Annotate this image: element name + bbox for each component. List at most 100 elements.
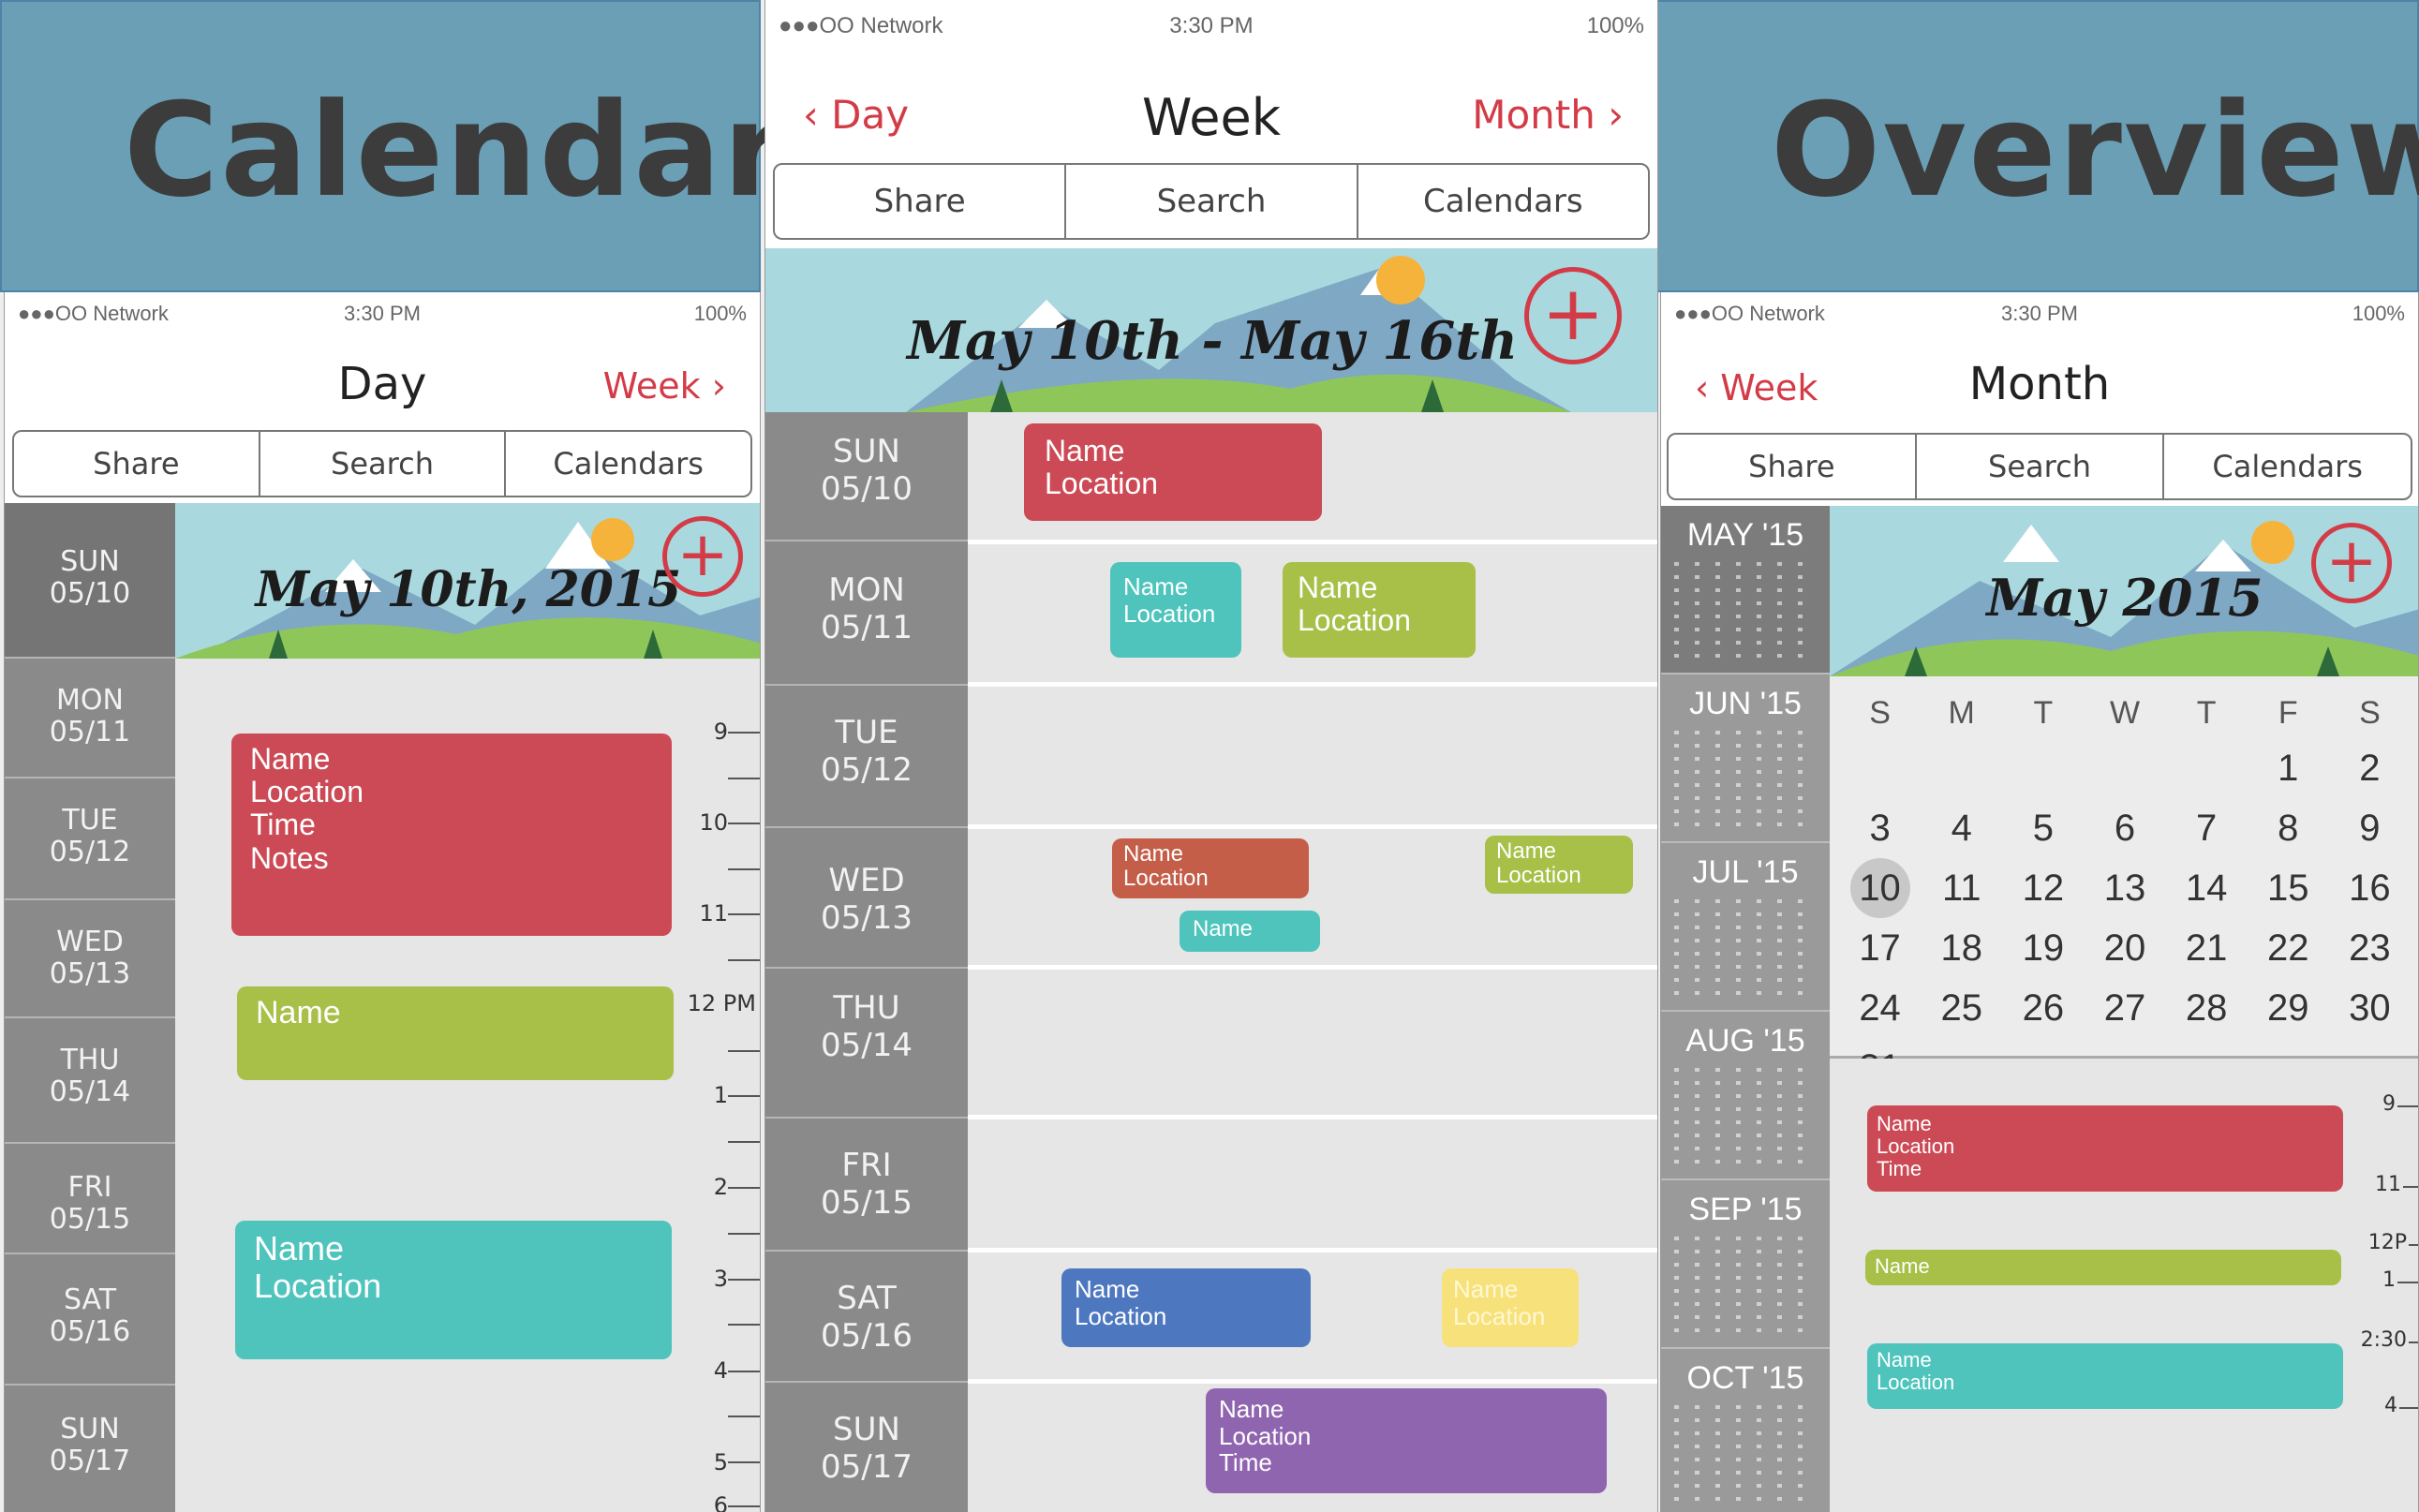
event-block[interactable]: Name Location [235,1221,672,1359]
hour-tick [728,823,760,824]
date-cell[interactable]: 1 [2248,738,2329,798]
event-block[interactable]: Name Location Time Notes [231,734,672,936]
date-cell[interactable]: 30 [2329,978,2411,1038]
plus-circle-icon[interactable]: + [1524,267,1622,364]
segmented-control: Share Search Calendars [1667,433,2412,500]
date-cell[interactable]: 17 [1839,918,1921,978]
date-cell[interactable]: 9 [2329,798,2411,858]
date-cell[interactable]: 26 [2002,978,2084,1038]
week-link-label: Week [602,365,701,407]
mini-month[interactable]: JUN '15 [1661,674,1830,843]
date-cell[interactable]: 28 [2166,978,2248,1038]
date-cell[interactable]: 7 [2166,798,2248,858]
date-cell[interactable]: 5 [2002,798,2084,858]
date-cell[interactable]: 12 [2002,858,2084,918]
event-block[interactable]: Name [237,986,674,1080]
day-item[interactable]: SUN 05/17 [5,1386,175,1512]
event-block[interactable]: Name Location [1112,838,1309,898]
date-header: May 2015 + [1830,506,2418,676]
half-hour-tick [728,1233,760,1235]
calendars-button[interactable]: Calendars [2164,435,2411,498]
empty-date-cell [2002,738,2084,798]
date-cell[interactable]: 20 [2084,918,2165,978]
day-item[interactable]: FRI 05/15 [5,1144,175,1254]
day-item[interactable]: SUN 05/17 [765,1383,968,1512]
event-block[interactable]: Name [1180,911,1320,952]
row-divider [968,1379,1657,1384]
date-header: May 10th, 2015 + [175,503,760,659]
date-cell[interactable]: 16 [2329,858,2411,918]
date-cell[interactable]: 19 [2002,918,2084,978]
day-item[interactable]: TUE 05/12 [765,686,968,828]
search-button[interactable]: Search [260,432,507,496]
event-block[interactable]: Name Location Time [1206,1388,1607,1493]
day-item[interactable]: THU 05/14 [5,1018,175,1144]
hour-tick [728,913,760,915]
date-cell[interactable]: 24 [1839,978,1921,1038]
date-cell[interactable]: 13 [2084,858,2165,918]
day-item[interactable]: THU 05/14 [765,969,968,1119]
day-item[interactable]: SAT 05/16 [765,1252,968,1383]
share-button[interactable]: Share [1669,435,1917,498]
time-tick [2397,1282,2418,1283]
share-button[interactable]: Share [14,432,260,496]
event-block[interactable]: Name Location [1283,562,1476,658]
date-cell[interactable]: 8 [2248,798,2329,858]
event-block[interactable]: Name Location [1061,1268,1311,1347]
search-button[interactable]: Search [1917,435,2165,498]
date-cell[interactable]: 14 [2166,858,2248,918]
event-block[interactable]: Name Location [1867,1343,2343,1409]
day-item[interactable]: SUN 05/10 [765,412,968,541]
selected-date-cell[interactable]: 10 [1849,858,1910,918]
plus-circle-icon[interactable]: + [2311,523,2392,603]
date-cell[interactable]: 21 [2166,918,2248,978]
date-cell[interactable]: 4 [1921,798,2002,858]
row-divider [968,824,1657,829]
battery-indicator: 100% [1586,13,1644,38]
date-cell[interactable]: 2 [2329,738,2411,798]
date-cell[interactable]: 27 [2084,978,2165,1038]
day-item[interactable]: TUE 05/12 [5,778,175,900]
event-block[interactable]: Name Location [1442,1268,1579,1347]
share-button[interactable]: Share [775,165,1067,238]
week-link[interactable]: Week › [603,365,726,407]
sun-icon [591,518,634,561]
date-cell[interactable]: 29 [2248,978,2329,1038]
date-cell[interactable]: 22 [2248,918,2329,978]
mini-month[interactable]: MAY '15 [1661,506,1830,674]
date-cell[interactable]: 23 [2329,918,2411,978]
calendars-button[interactable]: Calendars [1358,165,1648,238]
date-cell[interactable]: 3 [1839,798,1921,858]
segmented-control: Share Search Calendars [12,430,752,497]
date-cell[interactable]: 6 [2084,798,2165,858]
calendars-button[interactable]: Calendars [506,432,750,496]
event-block[interactable]: Name Location Time [1867,1105,2343,1192]
day-item[interactable]: WED 05/13 [765,828,968,969]
day-item[interactable]: MON 05/11 [5,659,175,778]
plus-circle-icon[interactable]: + [662,516,743,597]
event-block[interactable]: Name Location [1024,423,1322,521]
month-calendar: S M T W T F S 1 2 3 4 5 6 7 8 9 10 11 12 13 14 15 16 17 1… [1830,676,2418,1089]
hour-label: 4 [713,1357,728,1384]
date-header: May 10th - May 16th + [765,248,1657,412]
mini-month[interactable]: OCT '15 [1661,1349,1830,1512]
day-item[interactable]: SAT 05/16 [5,1254,175,1386]
day-item[interactable]: WED 05/13 [5,900,175,1018]
date-cell[interactable]: 15 [2248,858,2329,918]
day-item[interactable]: MON 05/11 [765,541,968,686]
timeline: Name Location Time Notes Name Name Locat… [175,659,760,1512]
date-cell[interactable]: 18 [1921,918,2002,978]
mini-month[interactable]: JUL '15 [1661,843,1830,1012]
date-cell[interactable]: 11 [1921,858,2002,918]
event-block[interactable]: Name Location [1110,562,1241,658]
search-button[interactable]: Search [1066,165,1358,238]
event-block[interactable]: Name [1865,1250,2341,1285]
day-item[interactable]: FRI 05/15 [765,1119,968,1252]
mini-month[interactable]: SEP '15 [1661,1180,1830,1349]
day-item[interactable]: SUN 05/10 [5,503,175,659]
mini-month[interactable]: AUG '15 [1661,1012,1830,1180]
date-cell[interactable]: 25 [1921,978,2002,1038]
time-label: 2:30 [2360,1328,2407,1352]
month-link[interactable]: Month › [1472,92,1624,138]
event-block[interactable]: Name Location [1485,836,1633,894]
